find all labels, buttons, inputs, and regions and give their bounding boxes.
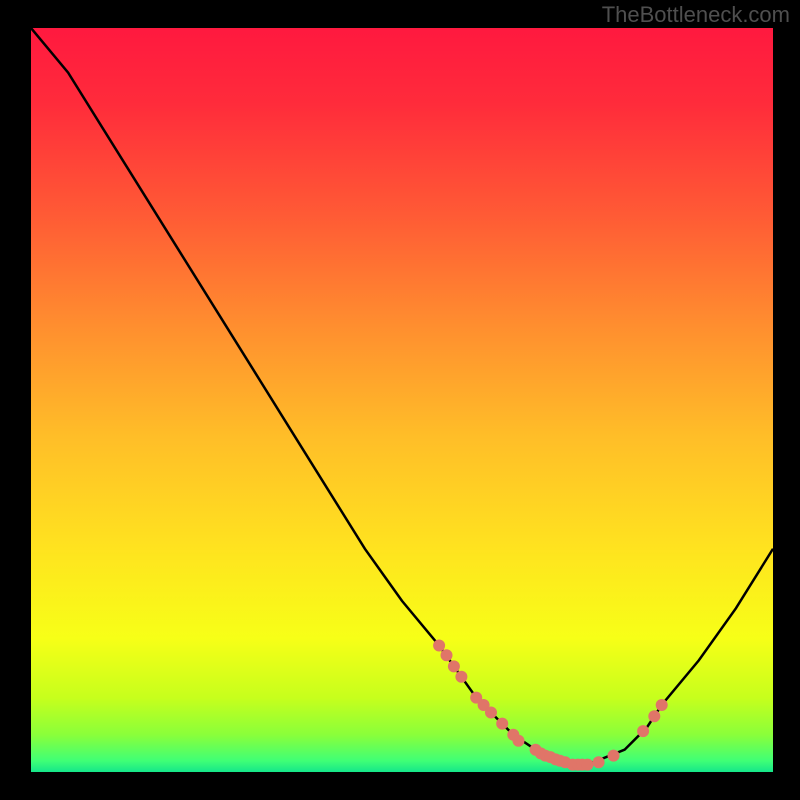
watermark-text: TheBottleneck.com [602,2,790,28]
data-marker [448,660,460,672]
chart-svg [31,28,773,772]
data-marker [433,640,445,652]
chart-container: TheBottleneck.com [0,0,800,800]
data-marker [496,718,508,730]
data-marker [485,707,497,719]
plot-area [31,28,773,772]
data-marker [441,649,453,661]
data-marker [513,735,525,747]
data-marker [593,756,605,768]
gradient-background [31,28,773,772]
data-marker [656,699,668,711]
data-marker [455,671,467,683]
data-marker [637,725,649,737]
data-marker [608,750,620,762]
data-marker [648,710,660,722]
data-marker [582,759,594,771]
